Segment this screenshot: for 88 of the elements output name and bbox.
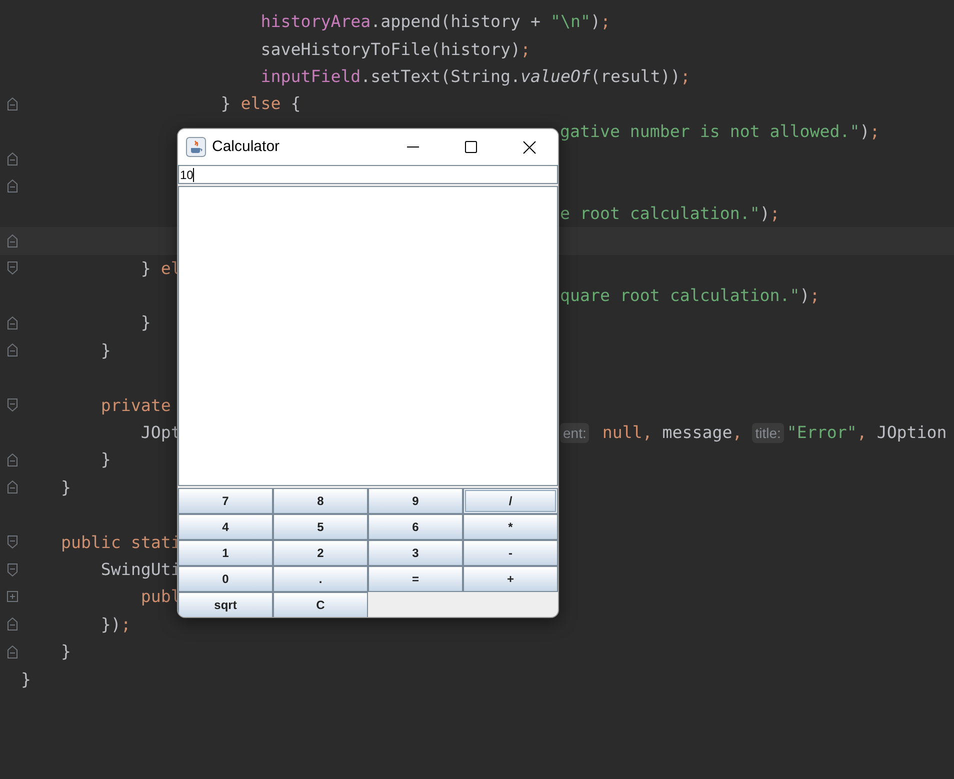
parameter-hint: ent: [560, 422, 590, 443]
code-token: ; [680, 66, 690, 88]
fold-icon[interactable] [6, 179, 18, 194]
fold-icon[interactable] [6, 617, 18, 632]
code-token: ; [120, 614, 131, 636]
code-token: , [642, 422, 654, 444]
code-token: } [60, 476, 71, 499]
code-token: historyArea [260, 11, 371, 34]
calculator-button[interactable]: 2 [273, 540, 368, 566]
code-token: else [240, 93, 281, 116]
code-token: null [601, 422, 642, 444]
code-token: }) [100, 614, 121, 636]
calculator-button[interactable]: 5 [273, 514, 368, 540]
code-token: , [856, 422, 868, 444]
cup-icon [186, 137, 206, 157]
code-token: ; [770, 202, 780, 225]
code-token: e root calculation." [560, 202, 760, 225]
code-token: .setText(String. [360, 66, 521, 88]
code-token: } [100, 340, 111, 362]
code-token: ) [590, 11, 600, 34]
code-token: ; [520, 38, 531, 61]
code-token: ; [810, 285, 820, 308]
fold-icon[interactable] [6, 343, 18, 358]
code-token: { [290, 93, 301, 116]
calculator-button[interactable]: 8 [273, 488, 368, 514]
code-token: JOpt [140, 422, 181, 444]
fold-icon[interactable] [6, 562, 18, 576]
fold-icon[interactable] [6, 398, 18, 412]
calculator-button[interactable]: 0 [178, 566, 273, 592]
fold-icon[interactable] [6, 535, 18, 550]
fold-icon[interactable] [6, 316, 18, 330]
code-token: (result)) [590, 66, 680, 88]
code-token: "Error" [786, 422, 857, 444]
code-token: } [60, 641, 71, 664]
code-token: private [100, 394, 171, 417]
fold-icon[interactable] [6, 234, 18, 248]
code-token: } [220, 93, 232, 116]
code-token: saveHistoryToFile(history) [260, 38, 521, 61]
calculator-button[interactable]: 4 [178, 514, 273, 540]
input-field[interactable]: 10 [178, 165, 558, 184]
code-token: public stati [60, 532, 181, 554]
calculator-button[interactable]: 9 [368, 488, 463, 514]
calculator-button[interactable]: 6 [368, 514, 463, 540]
code-token: .append(history + [370, 11, 542, 34]
code-token: ) [800, 285, 810, 308]
code-token: quare root calculation." [560, 285, 800, 308]
calculator-button[interactable]: - [463, 540, 558, 566]
calculator-button[interactable]: C [273, 592, 368, 617]
code-token: message [662, 422, 732, 444]
calculator-button[interactable]: 1 [178, 540, 273, 566]
close-icon [522, 140, 536, 154]
code-token: } [100, 449, 111, 472]
code-token: SwingUti [100, 559, 181, 581]
calculator-button[interactable]: 7 [178, 488, 273, 514]
expand-icon[interactable] [6, 591, 18, 602]
calculator-button[interactable]: / [463, 488, 558, 514]
code-token: ; [600, 11, 610, 34]
calculator-button[interactable]: 3 [368, 540, 463, 566]
code-token: ; [870, 120, 880, 143]
maximize-icon [465, 141, 477, 153]
fold-icon[interactable] [6, 644, 18, 659]
code-token: ) [760, 202, 770, 225]
calculator-button[interactable]: + [463, 566, 558, 592]
code-token: publ [140, 586, 181, 608]
fold-icon[interactable] [6, 261, 18, 276]
code-token: gative number is not allowed." [560, 120, 860, 143]
fold-icon[interactable] [6, 152, 18, 166]
code-token: valueOf [520, 66, 590, 88]
calculator-button[interactable]: sqrt [178, 592, 273, 617]
parameter-hint: title: [752, 422, 784, 443]
code-token: "\n" [550, 11, 590, 34]
code-token: el [160, 258, 181, 280]
code-token: } [21, 668, 31, 691]
code-token: ) [860, 120, 870, 143]
calculator-button[interactable]: . [273, 566, 368, 592]
input-value: 10 [180, 168, 194, 180]
calculator-button[interactable]: = [368, 566, 463, 592]
fold-icon[interactable] [6, 480, 18, 494]
calculator-button[interactable]: * [463, 514, 558, 540]
fold-icon[interactable] [6, 96, 18, 111]
minimize-icon [407, 146, 419, 148]
code-token: , [732, 422, 744, 444]
code-token: inputField [260, 66, 361, 88]
code-token: } [140, 312, 151, 334]
fold-icon[interactable] [6, 452, 18, 467]
code-token: JOption [876, 422, 947, 444]
code-token: } [140, 258, 152, 280]
window-title: Calculator [212, 136, 280, 157]
